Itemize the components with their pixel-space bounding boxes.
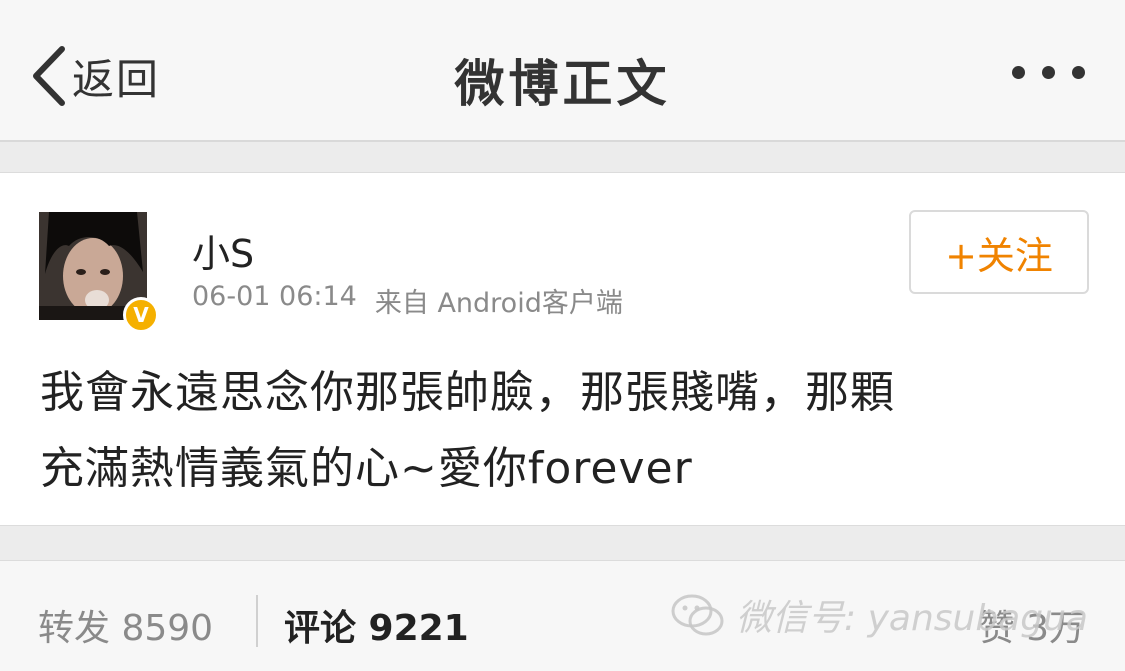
top-nav-bar: 返回 微博正文 xyxy=(0,0,1125,142)
post-time: 06-01 06:14 xyxy=(192,281,357,312)
more-dot-icon xyxy=(1072,66,1085,79)
post-text: 我會永遠思念你那張帥臉，那張賤嘴，那顆 充滿熱情義氣的心~愛你forever xyxy=(40,355,1090,507)
wechat-icon xyxy=(671,594,724,636)
post-meta: 06-01 06:14 来自 Android客户端 xyxy=(192,281,623,320)
watermark: 微信号: yansubagua xyxy=(670,589,1088,641)
post-text-line: 充滿熱情義氣的心~愛你forever xyxy=(40,443,693,494)
repost-count-button[interactable]: 转发 8590 xyxy=(38,599,213,651)
post-text-line: 我會永遠思念你那張帥臉，那張賤嘴，那顆 xyxy=(40,367,895,418)
comment-count-tab[interactable]: 评论 9221 xyxy=(284,599,469,651)
username[interactable]: 小S xyxy=(192,223,254,278)
more-dot-icon xyxy=(1012,66,1025,79)
post-source: 来自 Android客户端 xyxy=(374,288,623,319)
verified-badge-icon: V xyxy=(123,297,159,333)
page-title: 微博正文 xyxy=(454,55,671,113)
more-dot-icon xyxy=(1042,66,1055,79)
action-bar: 转发 8590 评论 9221 赞 3万 微信号: yansubagua xyxy=(0,560,1125,671)
post-card: V 小S 06-01 06:14 来自 Android客户端 +关注 我會永遠思… xyxy=(0,172,1125,526)
divider xyxy=(256,595,258,647)
watermark-text: 微信号: yansubagua xyxy=(736,598,1088,639)
follow-button[interactable]: +关注 xyxy=(909,210,1089,294)
more-options-button[interactable] xyxy=(1012,66,1085,79)
